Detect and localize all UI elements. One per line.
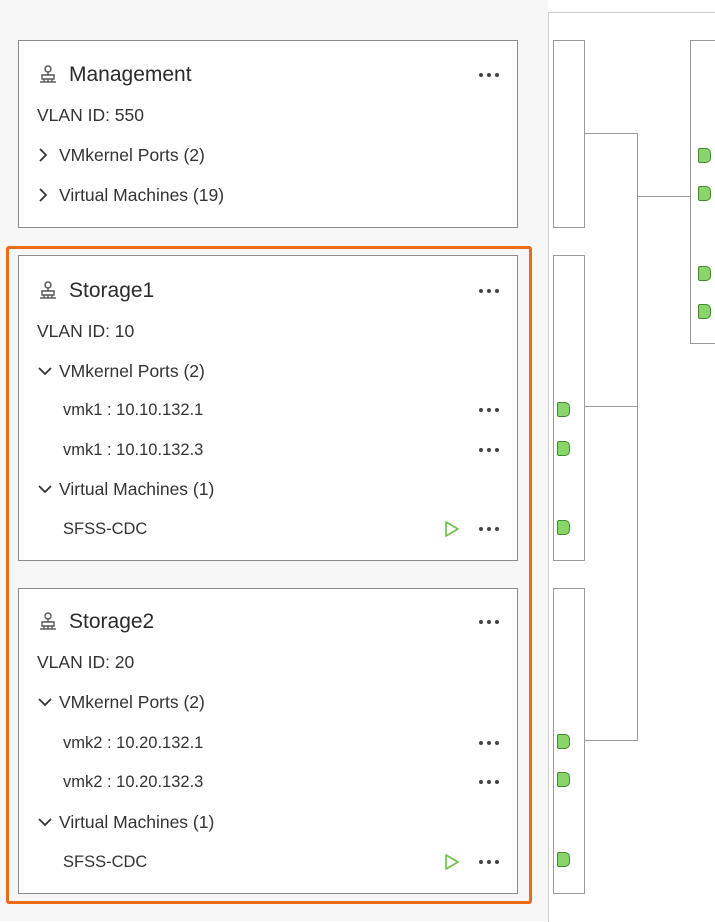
more-actions-button[interactable]	[469, 65, 499, 85]
connection-line	[637, 196, 690, 197]
chevron-down-icon	[37, 365, 59, 377]
vmkernel-port-item[interactable]: vmk1 : 10.10.132.1	[63, 393, 499, 427]
vmkernel-ports-label: VMkernel Ports (2)	[59, 144, 205, 165]
virtual-machine-item[interactable]: SFSS-CDC	[63, 512, 499, 546]
vmkernel-port-label: vmk1 : 10.10.132.3	[63, 440, 204, 459]
uplink-port-connector	[698, 148, 711, 163]
more-actions-button[interactable]	[469, 733, 499, 753]
vmkernel-ports-toggle[interactable]: VMkernel Ports (2)	[37, 685, 499, 719]
more-actions-button[interactable]	[469, 400, 499, 420]
vlan-id: VLAN ID: 20	[37, 651, 135, 672]
vmkernel-port-connector	[557, 441, 570, 456]
network-icon	[37, 279, 61, 303]
uplink-port-connector	[698, 304, 711, 319]
powered-on-icon	[441, 852, 463, 872]
chevron-down-icon	[37, 696, 59, 708]
port-group-name: Storage2	[69, 610, 155, 633]
vmkernel-port-connector	[557, 402, 570, 417]
uplink-port-connector	[698, 266, 711, 281]
vmkernel-port-label: vmk1 : 10.10.132.1	[63, 400, 204, 419]
virtual-machine-item[interactable]: SFSS-CDC	[63, 845, 499, 879]
vmkernel-port-label: vmk2 : 10.20.132.1	[63, 733, 204, 752]
chevron-down-icon	[37, 483, 59, 495]
more-actions-button[interactable]	[469, 519, 499, 539]
more-actions-button[interactable]	[469, 612, 499, 632]
vmkernel-ports-toggle[interactable]: VMkernel Ports (2)	[37, 354, 499, 388]
virtual-machines-label: Virtual Machines (19)	[59, 184, 225, 205]
chevron-down-icon	[37, 816, 59, 828]
vmkernel-port-item[interactable]: vmk1 : 10.10.132.3	[63, 433, 499, 467]
vmkernel-ports-label: VMkernel Ports (2)	[59, 691, 205, 712]
port-group-title: Storage1	[37, 274, 499, 308]
vlan-id: VLAN ID: 550	[37, 104, 144, 125]
vm-name: SFSS-CDC	[63, 852, 148, 871]
virtual-machines-label: Virtual Machines (1)	[59, 478, 215, 499]
port-group-name: Management	[69, 63, 192, 86]
chevron-right-icon	[37, 148, 59, 162]
connection-line	[585, 133, 638, 134]
more-actions-button[interactable]	[469, 852, 499, 872]
vm-name: SFSS-CDC	[63, 519, 148, 538]
topology-port-group-box	[553, 40, 585, 228]
port-group-storage2[interactable]: Storage2 VLAN ID: 20 VMkernel Ports (2) …	[18, 588, 518, 894]
more-actions-button[interactable]	[469, 281, 499, 301]
port-group-title: Management	[37, 58, 499, 92]
virtual-machines-label: Virtual Machines (1)	[59, 811, 215, 832]
vmkernel-port-label: vmk2 : 10.20.132.3	[63, 772, 204, 791]
port-group-storage1[interactable]: Storage1 VLAN ID: 10 VMkernel Ports (2) …	[18, 255, 518, 561]
connection-line	[585, 740, 638, 741]
port-group-title: Storage2	[37, 605, 499, 639]
uplink-port-connector	[698, 186, 711, 201]
vm-port-connector	[557, 852, 570, 867]
connection-line	[585, 406, 638, 407]
virtual-machines-toggle[interactable]: Virtual Machines (1)	[37, 472, 499, 506]
chevron-right-icon	[37, 188, 59, 202]
vmkernel-ports-label: VMkernel Ports (2)	[59, 360, 205, 381]
port-group-name: Storage1	[69, 279, 155, 302]
virtual-machines-toggle[interactable]: Virtual Machines (1)	[37, 805, 499, 839]
vmkernel-port-connector	[557, 734, 570, 749]
vmkernel-ports-toggle[interactable]: VMkernel Ports (2)	[37, 138, 499, 172]
vm-port-connector	[557, 520, 570, 535]
vmkernel-port-connector	[557, 772, 570, 787]
connection-line	[637, 133, 638, 740]
vmkernel-port-item[interactable]: vmk2 : 10.20.132.1	[63, 726, 499, 760]
network-icon	[37, 63, 61, 87]
vlan-id: VLAN ID: 10	[37, 320, 135, 341]
virtual-machines-toggle[interactable]: Virtual Machines (19)	[37, 178, 499, 212]
network-icon	[37, 610, 61, 634]
more-actions-button[interactable]	[469, 440, 499, 460]
more-actions-button[interactable]	[469, 772, 499, 792]
powered-on-icon	[441, 519, 463, 539]
port-group-management[interactable]: Management VLAN ID: 550 VMkernel Ports (…	[18, 40, 518, 228]
vmkernel-port-item[interactable]: vmk2 : 10.20.132.3	[63, 765, 499, 799]
